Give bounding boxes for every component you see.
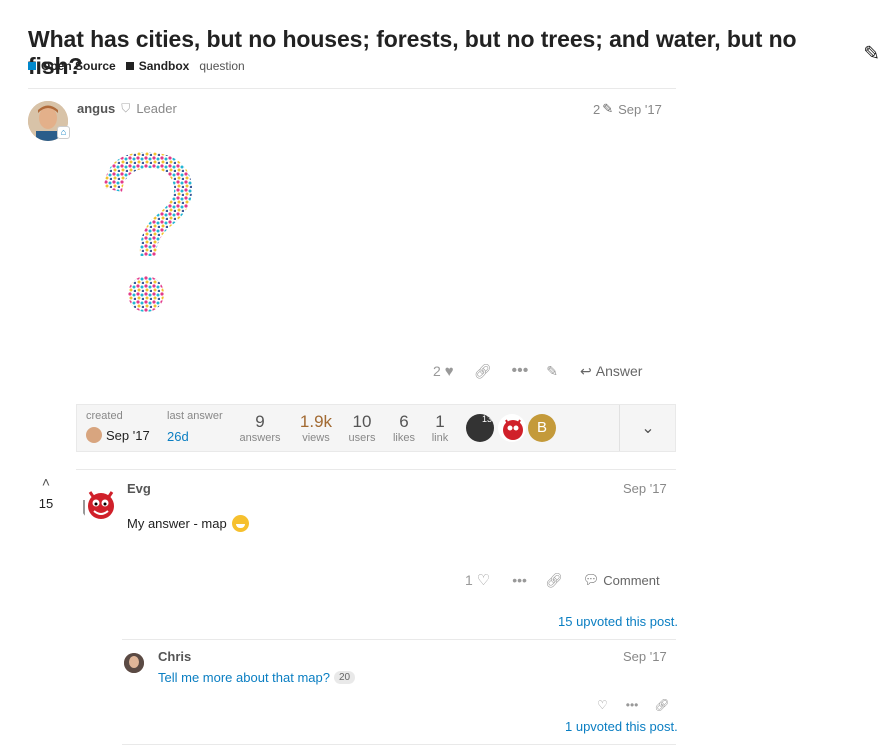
comment-upvoted-link[interactable]: 1 upvoted this post. <box>565 719 678 734</box>
letter-avatar: B <box>536 419 547 436</box>
link-button[interactable]: 🔗︎ <box>654 698 669 712</box>
shield-icon: ⛉ <box>121 101 131 115</box>
link-icon: 🔗︎ <box>654 698 670 712</box>
category-color-swatch <box>28 62 36 70</box>
more-button[interactable]: ••• <box>511 362 528 380</box>
topic-summary: created Sep '17 last answer 26d 9 answers… <box>76 404 676 452</box>
more-button[interactable]: ••• <box>626 698 639 712</box>
comment-username[interactable]: Chris <box>158 649 191 664</box>
question-mark-graphic <box>104 152 193 312</box>
op-flair: Leader <box>136 101 177 116</box>
question-mark-image[interactable] <box>96 148 206 318</box>
stat-label: answers <box>239 432 281 444</box>
pencil-icon[interactable]: ✎ <box>863 41 880 66</box>
answer-actions: 1 ♡ ••• 🔗︎ 💬︎ Comment <box>465 571 660 590</box>
answer-button[interactable]: ↩ Answer <box>580 363 642 380</box>
answer-upvoted-link[interactable]: 15 upvoted this post. <box>558 614 678 629</box>
tag-question[interactable]: question <box>199 59 244 73</box>
grinning-emoji-icon <box>231 515 249 532</box>
answer-date[interactable]: Sep '17 <box>623 481 667 496</box>
answer-body: My answer - map <box>127 515 249 532</box>
edit-button[interactable]: ✎ <box>546 363 558 380</box>
like-button[interactable]: 1 ♡ <box>465 571 490 589</box>
devil-avatar-image <box>83 491 114 520</box>
vote-count: 15 <box>38 496 54 511</box>
answer-label: Answer <box>595 363 643 379</box>
comment-divider <box>122 639 676 640</box>
answer-text: My answer - map <box>127 516 227 531</box>
stat-links: 1 link <box>415 412 465 444</box>
heart-icon: ♥ <box>444 362 454 380</box>
link-icon: 🔗︎ <box>473 362 492 379</box>
stat-label: views <box>302 432 330 444</box>
stat-views: 1.9k views <box>291 412 341 444</box>
like-button[interactable]: 2 ♥ <box>433 363 454 380</box>
category-color-swatch <box>125 62 134 70</box>
upvote-button[interactable]: ˄ <box>38 474 54 490</box>
link-button[interactable]: 🔗︎ <box>545 572 563 589</box>
comment-button[interactable]: 💬︎ Comment <box>583 572 660 588</box>
pencil-icon: ✎ <box>546 362 559 379</box>
stat-number: 9 <box>255 412 265 431</box>
expand-summary-button[interactable]: ⌄ <box>620 405 676 451</box>
participant-count-badge: 13 <box>479 414 494 424</box>
stat-number: 1.9k <box>299 412 333 431</box>
answer-divider <box>76 469 676 470</box>
bottom-divider <box>122 744 676 745</box>
home-flair-icon: ⌂ <box>57 126 70 139</box>
avatar-chris[interactable] <box>124 653 144 673</box>
comment-date[interactable]: Sep '17 <box>623 649 667 664</box>
avatar-evg[interactable] <box>80 484 118 522</box>
last-answer-label: last answer <box>167 410 223 422</box>
link-button[interactable]: 🔗︎ <box>474 363 492 380</box>
op-meta: 2 ✎ Sep '17 <box>593 101 662 117</box>
link-icon: 🔗︎ <box>544 571 563 588</box>
edit-count[interactable]: 2 <box>593 102 600 117</box>
comment-actions: ♡ ••• 🔗︎ <box>597 698 670 712</box>
summary-last-answer: last answer 26d <box>167 410 223 444</box>
heart-icon: ♡ <box>597 698 608 712</box>
op-date[interactable]: Sep '17 <box>618 102 662 117</box>
category-sandbox[interactable]: Sandbox <box>125 59 190 73</box>
comment-label: Comment <box>603 572 660 588</box>
stat-answers: 9 answers <box>235 412 285 444</box>
stat-label: link <box>431 432 449 444</box>
like-button[interactable]: ♡ <box>597 698 608 712</box>
participant-avatar-2[interactable] <box>498 414 526 442</box>
more-icon: ••• <box>511 362 529 379</box>
category-label: Open Source <box>41 59 116 73</box>
comment-text[interactable]: Tell me more about that map? <box>158 670 330 685</box>
more-icon: ••• <box>625 698 639 712</box>
category-label: Sandbox <box>138 59 190 73</box>
created-label: created <box>86 410 123 422</box>
heart-icon: ♡ <box>476 572 491 589</box>
summary-created: created Sep '17 <box>86 410 150 443</box>
pencil-icon[interactable]: ✎ <box>602 101 613 117</box>
avatar-small <box>86 427 102 443</box>
participant-avatar-3[interactable]: B <box>528 414 556 442</box>
comment-count-badge: 20 <box>333 671 356 684</box>
more-button[interactable]: ••• <box>512 572 527 588</box>
op-header: angus ⛉ Leader <box>77 101 177 116</box>
devil-avatar-image <box>503 419 523 440</box>
avatar-chris-image <box>124 653 144 673</box>
header-divider <box>28 88 676 89</box>
last-answer-value[interactable]: 26d <box>167 429 223 444</box>
topic-tags: Open Source Sandbox question <box>28 59 245 73</box>
created-date[interactable]: Sep '17 <box>106 428 150 443</box>
op-actions: 2 ♥ 🔗︎ ••• ✎ ↩ Answer <box>433 362 642 380</box>
more-icon: ••• <box>512 572 527 588</box>
op-username[interactable]: angus <box>77 101 115 116</box>
like-count: 1 <box>465 572 473 588</box>
like-count: 2 <box>433 363 441 379</box>
comment-body: Tell me more about that map? 20 <box>158 670 356 685</box>
category-open-source[interactable]: Open Source <box>28 59 116 73</box>
chevron-up-icon: ˄ <box>41 474 51 490</box>
comment-icon: 💬︎ <box>582 572 600 587</box>
chevron-down-icon: ⌄ <box>641 420 655 437</box>
participant-avatar-1[interactable]: 13 <box>466 414 494 442</box>
reply-icon: ↩ <box>580 362 592 379</box>
answer-username[interactable]: Evg <box>127 481 151 496</box>
stat-number: 1 <box>435 412 445 431</box>
